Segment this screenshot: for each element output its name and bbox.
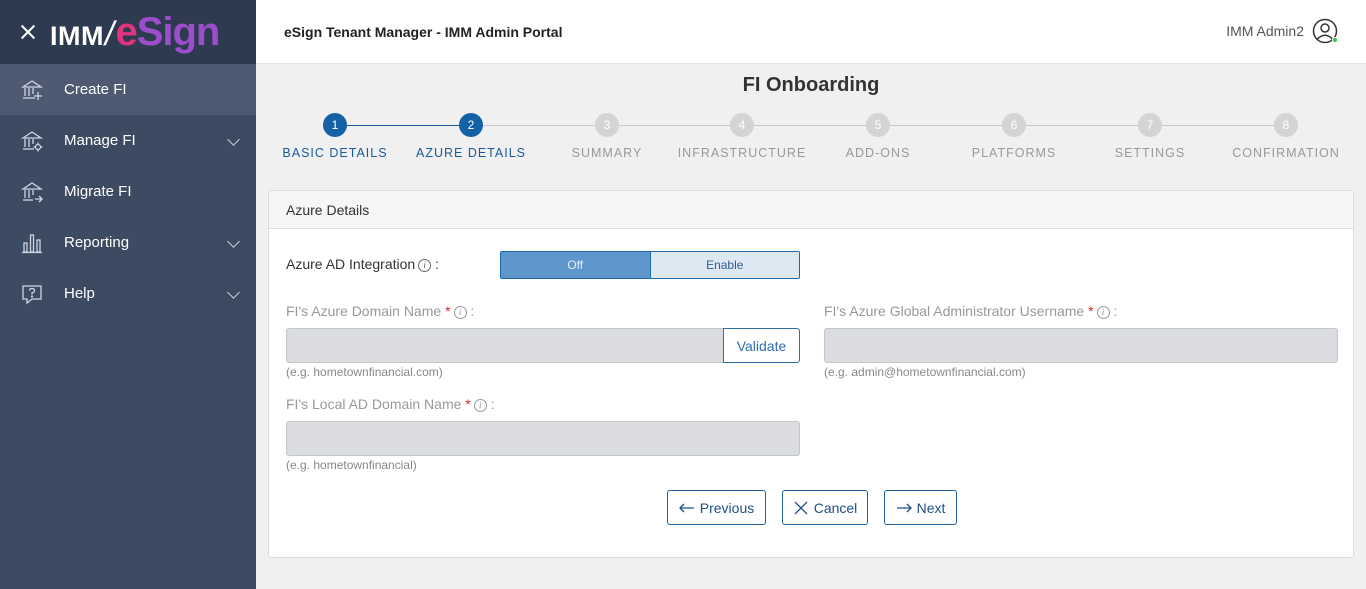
sidebar-item-label: Reporting <box>64 234 130 251</box>
cancel-label: Cancel <box>813 499 858 516</box>
previous-button[interactable]: Previous <box>667 490 766 525</box>
info-icon[interactable]: i <box>418 259 432 272</box>
step-number: 1 <box>323 113 347 137</box>
bar-chart-icon <box>20 231 44 255</box>
bank-add-icon <box>20 78 44 102</box>
user-avatar-icon[interactable] <box>1312 18 1338 44</box>
azure-admin-username-label: FI's Azure Global Administrator Username… <box>824 303 1118 319</box>
user-menu[interactable]: IMM Admin2 <box>1226 18 1338 44</box>
next-label: Next <box>916 499 946 516</box>
chevron-down-icon[interactable] <box>227 133 240 146</box>
step-number: 4 <box>730 113 754 137</box>
sidebar-item-label: Create FI <box>64 81 127 98</box>
help-icon <box>20 282 44 306</box>
step-label: ADD-ONS <box>845 146 911 160</box>
validate-button[interactable]: Validate <box>723 328 800 363</box>
toggle-enable-option[interactable]: Enable <box>650 252 799 278</box>
step-label: PLATFORMS <box>971 146 1057 160</box>
sidebar-item-manage-fi[interactable]: Manage FI <box>0 115 256 166</box>
step-azure-details[interactable]: 2 AZURE DETAILS <box>403 110 539 160</box>
step-label: SUMMARY <box>571 146 643 160</box>
online-status-dot <box>1332 37 1338 43</box>
close-icon <box>794 501 808 514</box>
step-basic-details[interactable]: 1 BASIC DETAILS <box>267 110 403 160</box>
logo-imm: IMM <box>50 20 104 51</box>
sidebar-item-help[interactable]: Help <box>0 268 256 319</box>
info-icon[interactable]: i <box>1096 306 1110 319</box>
toggle-off-option[interactable]: Off <box>501 252 651 278</box>
step-settings[interactable]: 7 SETTINGS <box>1082 110 1218 160</box>
step-label: AZURE DETAILS <box>415 146 526 160</box>
previous-label: Previous <box>699 499 755 516</box>
sidebar: IMM / eSign Create FI Manage FI Migrate … <box>0 0 256 589</box>
azure-ad-integration-label: Azure AD Integration i : <box>286 256 439 272</box>
step-infrastructure[interactable]: 4 INFRASTRUCTURE <box>674 110 810 160</box>
step-number: 3 <box>595 113 619 137</box>
top-header: eSign Tenant Manager - IMM Admin Portal … <box>256 0 1366 64</box>
azure-domain-input[interactable] <box>286 328 724 363</box>
bank-settings-icon <box>20 129 44 153</box>
local-ad-domain-label: FI's Local AD Domain Name * i : <box>286 396 495 412</box>
step-platforms[interactable]: 6 PLATFORMS <box>946 110 1082 160</box>
sidebar-item-create-fi[interactable]: Create FI <box>0 64 256 115</box>
logo-esign: eSign <box>115 9 220 54</box>
step-summary[interactable]: 3 SUMMARY <box>539 110 675 160</box>
page-title: FI Onboarding <box>742 74 880 96</box>
step-label: INFRASTRUCTURE <box>677 146 807 160</box>
card-title: Azure Details <box>269 191 1353 229</box>
azure-ad-integration-toggle[interactable]: Off Enable <box>500 251 800 279</box>
sidebar-item-label: Help <box>64 285 95 302</box>
close-icon[interactable] <box>18 22 38 42</box>
local-ad-domain-input[interactable] <box>286 421 800 456</box>
arrow-left-icon <box>678 503 694 512</box>
step-label: SETTINGS <box>1114 146 1186 160</box>
sidebar-item-reporting[interactable]: Reporting <box>0 217 256 268</box>
step-number: 8 <box>1274 113 1298 137</box>
next-button[interactable]: Next <box>884 490 957 525</box>
azure-admin-username-input[interactable] <box>824 328 1338 363</box>
bank-migrate-icon <box>20 180 44 204</box>
azure-details-card: Azure Details Azure AD Integration i : Of… <box>268 190 1354 558</box>
logo-bar: IMM / eSign <box>0 0 256 64</box>
step-label: CONFIRMATION <box>1232 146 1340 160</box>
chevron-down-icon[interactable] <box>227 235 240 248</box>
step-number: 6 <box>1002 113 1026 137</box>
info-icon[interactable]: i <box>453 306 467 319</box>
cancel-button[interactable]: Cancel <box>782 490 868 525</box>
step-confirmation[interactable]: 8 CONFIRMATION <box>1218 110 1354 160</box>
info-icon[interactable]: i <box>473 399 487 412</box>
step-add-ons[interactable]: 5 ADD-ONS <box>810 110 946 160</box>
arrow-right-icon <box>896 503 912 512</box>
header-title: eSign Tenant Manager - IMM Admin Portal <box>284 23 563 40</box>
step-number: 2 <box>459 113 483 137</box>
chevron-down-icon[interactable] <box>227 286 240 299</box>
step-label: BASIC DETAILS <box>282 146 388 160</box>
sidebar-item-label: Manage FI <box>64 132 136 149</box>
onboarding-stepper: 1 BASIC DETAILS 2 AZURE DETAILS 3 SUMMAR… <box>268 110 1354 170</box>
azure-admin-username-hint: (e.g. admin@hometownfinancial.com) <box>824 365 1026 379</box>
user-name: IMM Admin2 <box>1226 23 1304 39</box>
step-number: 7 <box>1138 113 1162 137</box>
app-logo: IMM / eSign <box>50 9 220 55</box>
azure-domain-label: FI's Azure Domain Name * i : <box>286 303 475 319</box>
sidebar-item-label: Migrate FI <box>64 183 132 200</box>
local-ad-domain-hint: (e.g. hometownfinancial) <box>286 458 417 472</box>
step-number: 5 <box>866 113 890 137</box>
azure-domain-hint: (e.g. hometownfinancial.com) <box>286 365 443 379</box>
sidebar-item-migrate-fi[interactable]: Migrate FI <box>0 166 256 217</box>
